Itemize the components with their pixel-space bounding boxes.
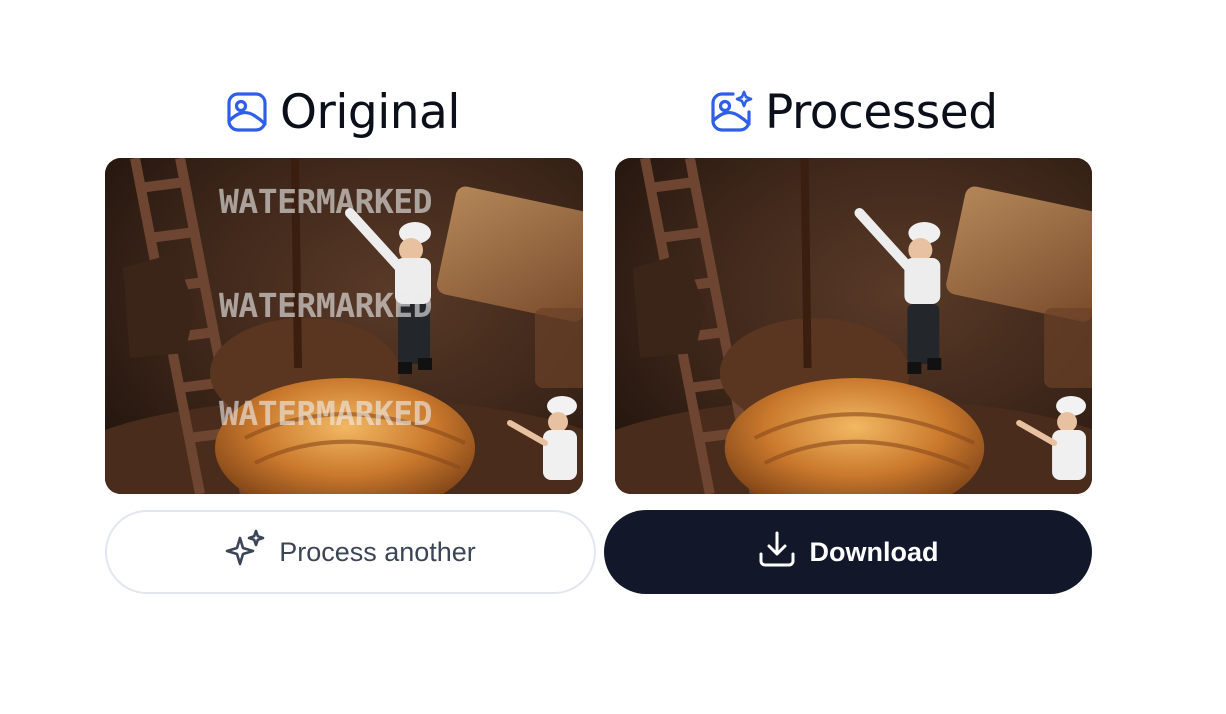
image-sparkle-icon [709, 90, 753, 134]
watermark-text: WATERMARKED [219, 286, 433, 325]
original-header: Original [226, 84, 460, 140]
process-another-button[interactable]: Process another [105, 510, 596, 594]
comparison-view: Original Processed WATERMARKED WATERMARK… [0, 0, 1226, 714]
watermark-text: WATERMARKED [219, 182, 433, 221]
watermark-text: WATERMARKED [219, 394, 433, 433]
processed-label: Processed [765, 84, 998, 140]
original-image: WATERMARKED WATERMARKED WATERMARKED [105, 158, 583, 494]
process-another-label: Process another [279, 536, 476, 567]
download-button[interactable]: Download [604, 510, 1092, 594]
original-label: Original [280, 84, 460, 140]
download-label: Download [809, 536, 939, 567]
image-icon [226, 91, 268, 133]
processed-image [615, 158, 1092, 494]
download-icon [758, 530, 796, 575]
chocolate-croissant-scene [615, 158, 1092, 494]
processed-header: Processed [709, 84, 998, 140]
sparkles-icon [225, 529, 265, 576]
